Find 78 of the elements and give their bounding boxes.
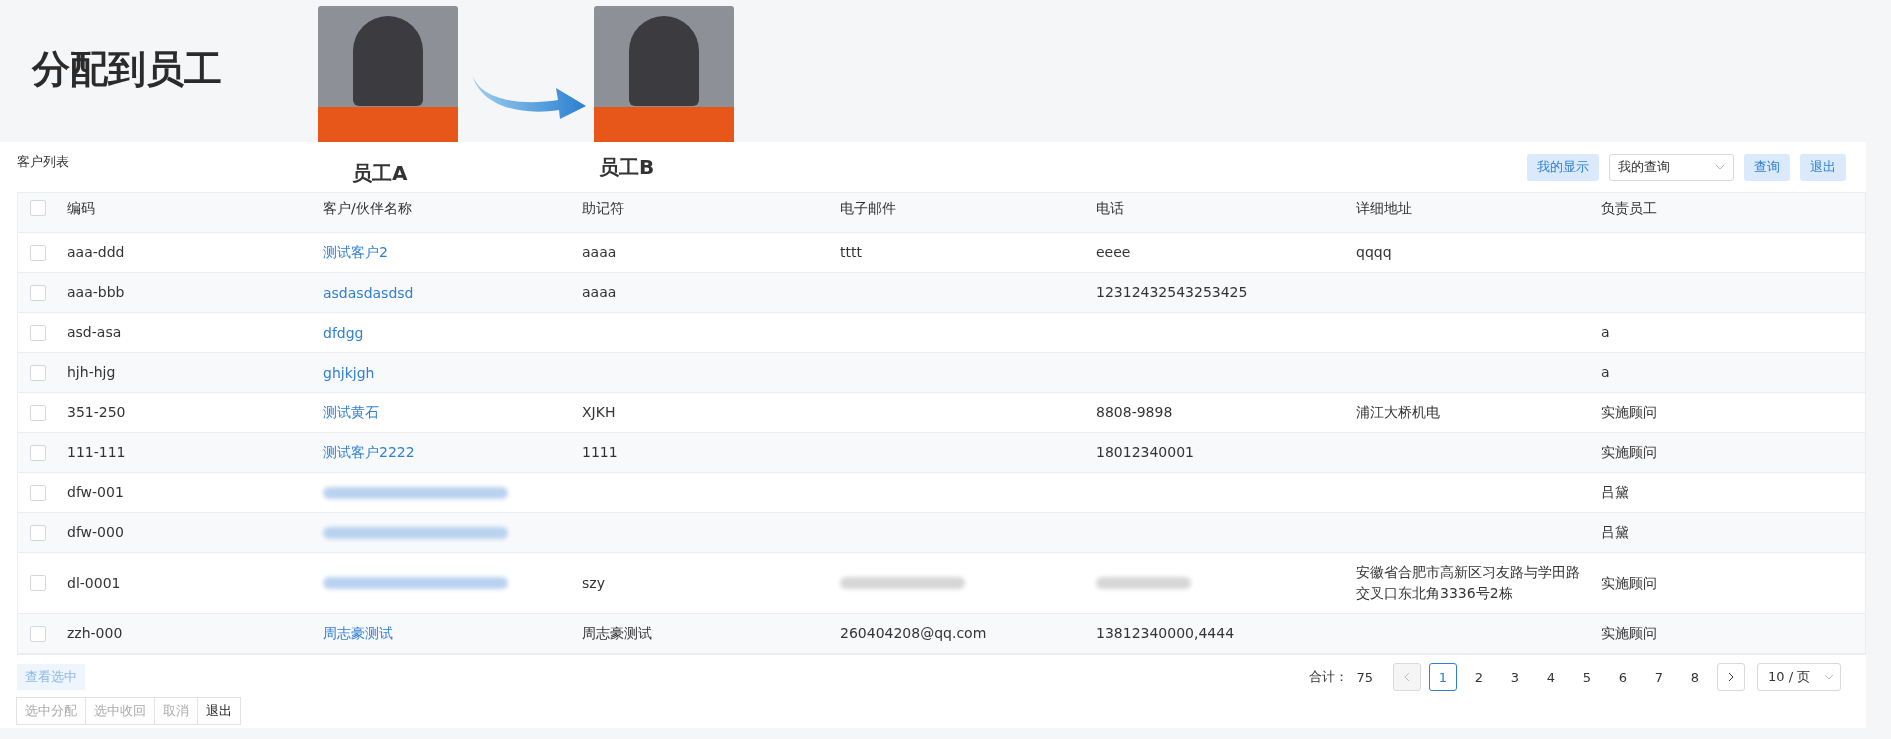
table-cell-text: 实施顾问 (1601, 624, 1658, 643)
customer-name-link[interactable]: 测试客户2 (323, 243, 582, 262)
customer-name-link[interactable]: ghjkjgh (323, 364, 582, 381)
table-cell-text: 13812340000,4444 (1096, 624, 1236, 643)
page-size-select[interactable]: 10 / 页 (1757, 663, 1841, 691)
table-cell-text: 111-111 (67, 443, 127, 462)
table-cell-text: 18012340001 (1096, 443, 1195, 462)
checkbox[interactable] (30, 625, 46, 642)
total-count: 75 (1356, 669, 1373, 685)
column-header: 助记符 (582, 198, 625, 218)
checkbox[interactable] (30, 484, 46, 501)
table-cell-text: aaaa (582, 243, 618, 262)
table-cell-text: eeee (1096, 243, 1132, 262)
table-cell-text: 1111 (582, 443, 619, 462)
checkbox[interactable] (30, 364, 46, 381)
table-cell-text: asd-asa (67, 323, 123, 342)
toolbar-button[interactable]: 我的显示 (1527, 153, 1599, 181)
table-cell-text: 260404208@qq.com (840, 624, 988, 643)
table-cell-text: 8808-9898 (1096, 403, 1174, 422)
employee-label: 员工B (599, 153, 655, 181)
query-select[interactable]: 我的查询 (1609, 153, 1734, 181)
column-header: 详细地址 (1356, 198, 1413, 218)
table-cell-text: XJKH (582, 403, 617, 422)
table-cell-text: tttt (840, 243, 863, 262)
table-cell-text: a (1601, 363, 1611, 382)
checkbox[interactable] (30, 524, 46, 541)
table-cell-text: 吕黛 (1601, 523, 1630, 542)
chevron-right-icon (1728, 672, 1734, 682)
column-header: 客户/伙伴名称 (323, 198, 413, 218)
table-cell-text: qqqq (1356, 243, 1393, 262)
checkbox[interactable] (30, 575, 46, 591)
action-button[interactable]: 退出 (197, 697, 241, 725)
checkbox[interactable] (30, 284, 46, 301)
column-header: 电话 (1096, 198, 1125, 218)
table-cell-text: 12312432543253425 (1096, 283, 1249, 302)
page-title: 分配到员工 (32, 46, 223, 93)
column-header: 负责员工 (1601, 198, 1658, 218)
table-cell-text: dl-0001 (67, 573, 122, 593)
table-cell-text: a (1601, 323, 1611, 342)
table-cell-text: 周志豪测试 (582, 624, 653, 643)
table-cell-text: aaa-bbb (67, 283, 126, 302)
chevron-left-icon (1404, 672, 1410, 682)
customer-name-link[interactable]: 测试黄石 (323, 403, 582, 422)
page-button[interactable]: 1 (1429, 663, 1457, 691)
customer-name-link[interactable]: asdasdasdsd (323, 284, 582, 301)
curved-arrow-icon (470, 72, 588, 120)
column-header: 编码 (67, 198, 96, 218)
table-cell-text: 实施顾问 (1601, 443, 1658, 462)
table-cell-text: 实施顾问 (1601, 573, 1658, 593)
checkbox[interactable] (30, 244, 46, 261)
table-cell-text: 351-250 (67, 403, 127, 422)
customer-name-link[interactable]: dfdgg (323, 324, 582, 341)
customer-name-link[interactable]: 测试客户2222 (323, 443, 582, 462)
toolbar-button[interactable]: 查询 (1744, 153, 1790, 181)
table-cell-text: szy (582, 573, 606, 593)
checkbox[interactable] (30, 444, 46, 461)
caret-icon (1715, 164, 1725, 170)
table-cell-text: 吕黛 (1601, 483, 1630, 502)
toolbar-button[interactable]: 退出 (1800, 153, 1846, 181)
table-cell-text: aaaa (582, 283, 618, 302)
table-cell-text: 实施顾问 (1601, 403, 1658, 422)
next-page-button[interactable] (1717, 663, 1745, 691)
table-cell-text: aaa-ddd (67, 243, 126, 262)
table-cell-text: 浦江大桥机电 (1356, 403, 1441, 422)
total-label: 合计： (1309, 668, 1349, 686)
table-cell-text: dfw-001 (67, 483, 125, 502)
customer-name-link[interactable]: 周志豪测试 (323, 624, 582, 643)
table-cell-text: 安徽省合肥市高新区习友路与学田路交叉口东北角3336号2栋 (1356, 563, 1581, 603)
checkbox[interactable] (30, 404, 46, 421)
checkbox[interactable] (30, 200, 46, 216)
table-cell-text: hjh-hjg (67, 363, 117, 382)
caret-icon (1824, 674, 1834, 680)
column-header: 电子邮件 (840, 198, 897, 218)
checkbox[interactable] (30, 324, 46, 341)
employee-label: 员工A (352, 159, 409, 187)
table-cell-text: dfw-000 (67, 523, 125, 542)
table-cell-text: zzh-000 (67, 624, 124, 643)
panel-title: 客户列表 (17, 153, 70, 171)
